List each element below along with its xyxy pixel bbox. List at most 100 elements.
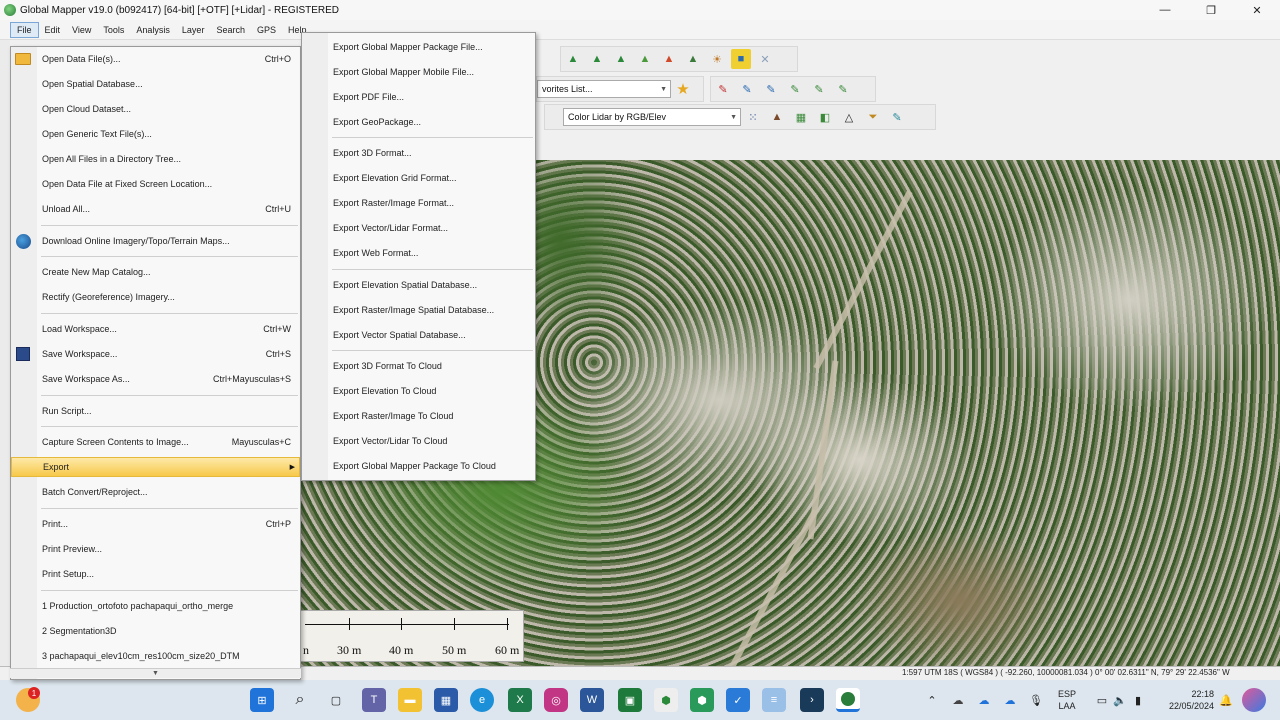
menu-tools[interactable]: Tools (97, 23, 130, 37)
hillshade-icon[interactable]: ▲ (659, 49, 679, 69)
task-view-icon[interactable]: ▢ (324, 688, 348, 712)
file-menu-item[interactable]: Open Data File(s)... Ctrl+O (11, 49, 300, 69)
cloud-icon[interactable]: ☁ (946, 688, 970, 712)
export-menu-item[interactable]: Export PDF File... (302, 87, 535, 107)
teams-icon[interactable]: T (362, 688, 386, 712)
file-menu-item[interactable]: Save Workspace... Ctrl+S (11, 344, 300, 364)
triangle-icon[interactable]: △ (839, 107, 859, 127)
file-menu-item[interactable]: Load Workspace... Ctrl+W (11, 319, 300, 339)
file-menu-item[interactable]: Export ▶ (11, 457, 300, 477)
lidar-shader-select[interactable]: Color Lidar by RGB/Elev ▼ (563, 108, 741, 126)
slope-icon[interactable]: ▲ (635, 49, 655, 69)
menu-view[interactable]: View (66, 23, 97, 37)
export-menu-item[interactable]: Export GeoPackage... (302, 112, 535, 132)
file-menu-item[interactable]: Capture Screen Contents to Image... Mayus… (11, 432, 300, 452)
export-menu-item[interactable]: Export Raster/Image Spatial Database... (302, 300, 535, 320)
language-indicator[interactable]: ESP LAA (1052, 688, 1082, 712)
close-button[interactable]: ✕ (1234, 0, 1280, 20)
file-menu-item[interactable]: 3 pachapaqui_elev10cm_res100cm_size20_DT… (11, 646, 300, 666)
mountain-icon[interactable]: ▲ (767, 107, 787, 127)
onedrive2-icon[interactable]: ☁ (998, 688, 1022, 712)
menu-gps[interactable]: GPS (251, 23, 282, 37)
export-menu-item[interactable]: Export Elevation Spatial Database... (302, 275, 535, 295)
cut-fill-icon[interactable]: ✎ (809, 79, 829, 99)
export-menu-item[interactable]: Export Raster/Image To Cloud (302, 406, 535, 426)
menu-analysis[interactable]: Analysis (130, 23, 176, 37)
export-menu-item[interactable]: Export Elevation To Cloud (302, 381, 535, 401)
menu-edit[interactable]: Edit (39, 23, 67, 37)
file-menu-item[interactable]: Save Workspace As... Ctrl+Mayusculas+S (11, 369, 300, 389)
terrain-icon[interactable]: ▲ (587, 49, 607, 69)
sun-icon[interactable]: ☀ (707, 49, 727, 69)
clock[interactable]: 22:18 22/05/2024 (1150, 688, 1214, 712)
copilot-icon[interactable] (1242, 688, 1266, 712)
classify-icon[interactable]: ◧ (815, 107, 835, 127)
edge-icon[interactable]: e (470, 688, 494, 712)
file-explorer-icon[interactable]: ▬ (398, 688, 422, 712)
excel-icon[interactable]: X (508, 688, 532, 712)
export-menu-item[interactable]: Export Web Format... (302, 243, 535, 263)
favorites-select[interactable]: vorites List... ▼ (537, 80, 671, 98)
file-menu-item[interactable]: Print... Ctrl+P (11, 514, 300, 534)
menu-search[interactable]: Search (210, 23, 251, 37)
export-menu-item[interactable]: Export 3D Format... (302, 143, 535, 163)
file-menu-item[interactable]: 1 Production_ortofoto pachapaqui_ortho_m… (11, 596, 300, 616)
file-menu-item[interactable]: 2 Segmentation3D (11, 621, 300, 641)
map-icon[interactable]: ■ (731, 49, 751, 69)
grid-icon[interactable]: ▦ (791, 107, 811, 127)
viewshed-icon[interactable]: ▲ (683, 49, 703, 69)
search-icon[interactable]: ⌕ (288, 688, 312, 712)
menu-layer[interactable]: Layer (176, 23, 211, 37)
file-menu-item[interactable]: Run Script... (11, 401, 300, 421)
export-menu-item[interactable]: Export Global Mapper Package To Cloud (302, 456, 535, 476)
file-menu-item[interactable]: Batch Convert/Reproject... (11, 482, 300, 502)
onedrive-icon[interactable]: ☁ (972, 688, 996, 712)
menu-file[interactable]: File (10, 21, 39, 38)
point-cloud-icon[interactable]: ⁙ (743, 107, 763, 127)
file-menu-item[interactable]: Open Cloud Dataset... (11, 99, 300, 119)
notifications-icon[interactable]: 🔔 (1214, 688, 1238, 712)
export-menu-item[interactable]: Export Vector/Lidar Format... (302, 218, 535, 238)
file-menu-item[interactable]: Rectify (Georeference) Imagery... (11, 287, 300, 307)
minimize-button[interactable]: — (1142, 0, 1188, 20)
path-icon[interactable]: ✎ (761, 79, 781, 99)
file-menu-item[interactable]: Unload All... Ctrl+U (11, 199, 300, 219)
export-menu-item[interactable]: Export Global Mapper Package File... (302, 37, 535, 57)
pencil-icon[interactable]: ✎ (713, 79, 733, 99)
raster-layer-icon[interactable]: ▲ (563, 49, 583, 69)
file-menu-item[interactable]: Create New Map Catalog... (11, 262, 300, 282)
start-icon[interactable]: ⊞ (250, 688, 274, 712)
checkbox-app-icon[interactable]: ✓ (726, 688, 750, 712)
file-menu-item[interactable]: Print Preview... (11, 539, 300, 559)
file-menu-item[interactable]: Open Generic Text File(s)... (11, 124, 300, 144)
star-icon[interactable]: ★ (673, 79, 693, 99)
export-menu-item[interactable]: Export 3D Format To Cloud (302, 356, 535, 376)
line-edit-icon[interactable]: ✎ (737, 79, 757, 99)
microphone-icon[interactable]: 🎙 (1024, 688, 1048, 712)
file-menu-item[interactable]: Print Setup... (11, 564, 300, 584)
instagram-icon[interactable]: ◎ (544, 688, 568, 712)
notepad-icon[interactable]: ≡ (762, 688, 786, 712)
app-shield-icon[interactable]: ▣ (618, 688, 642, 712)
file-menu-item[interactable]: Open Data File at Fixed Screen Location.… (11, 174, 300, 194)
file-menu-item[interactable]: Open Spatial Database... (11, 74, 300, 94)
edit-lidar-icon[interactable]: ✎ (887, 107, 907, 127)
profile-icon[interactable]: ✎ (785, 79, 805, 99)
word-icon[interactable]: W (580, 688, 604, 712)
app-hex-icon[interactable]: ⬢ (654, 688, 678, 712)
file-menu-item[interactable]: Open All Files in a Directory Tree... (11, 149, 300, 169)
export-menu-item[interactable]: Export Elevation Grid Format... (302, 168, 535, 188)
app-hex2-icon[interactable]: ⬢ (690, 688, 714, 712)
contour-icon[interactable]: ▲ (611, 49, 631, 69)
global-mapper-task-icon[interactable] (836, 688, 860, 712)
close-layer-icon[interactable]: ✕ (755, 49, 775, 69)
export-menu-item[interactable]: Export Vector/Lidar To Cloud (302, 431, 535, 451)
export-menu-item[interactable]: Export Vector Spatial Database... (302, 325, 535, 345)
export-menu-item[interactable]: Export Global Mapper Mobile File... (302, 62, 535, 82)
store-icon[interactable]: ▦ (434, 688, 458, 712)
menu-scroll-down[interactable]: ▼ (10, 668, 301, 678)
filter-icon[interactable]: ⏷ (863, 107, 883, 127)
file-menu-item[interactable]: Download Online Imagery/Topo/Terrain Map… (11, 231, 300, 251)
measure-icon[interactable]: ✎ (833, 79, 853, 99)
export-menu-item[interactable]: Export Raster/Image Format... (302, 193, 535, 213)
